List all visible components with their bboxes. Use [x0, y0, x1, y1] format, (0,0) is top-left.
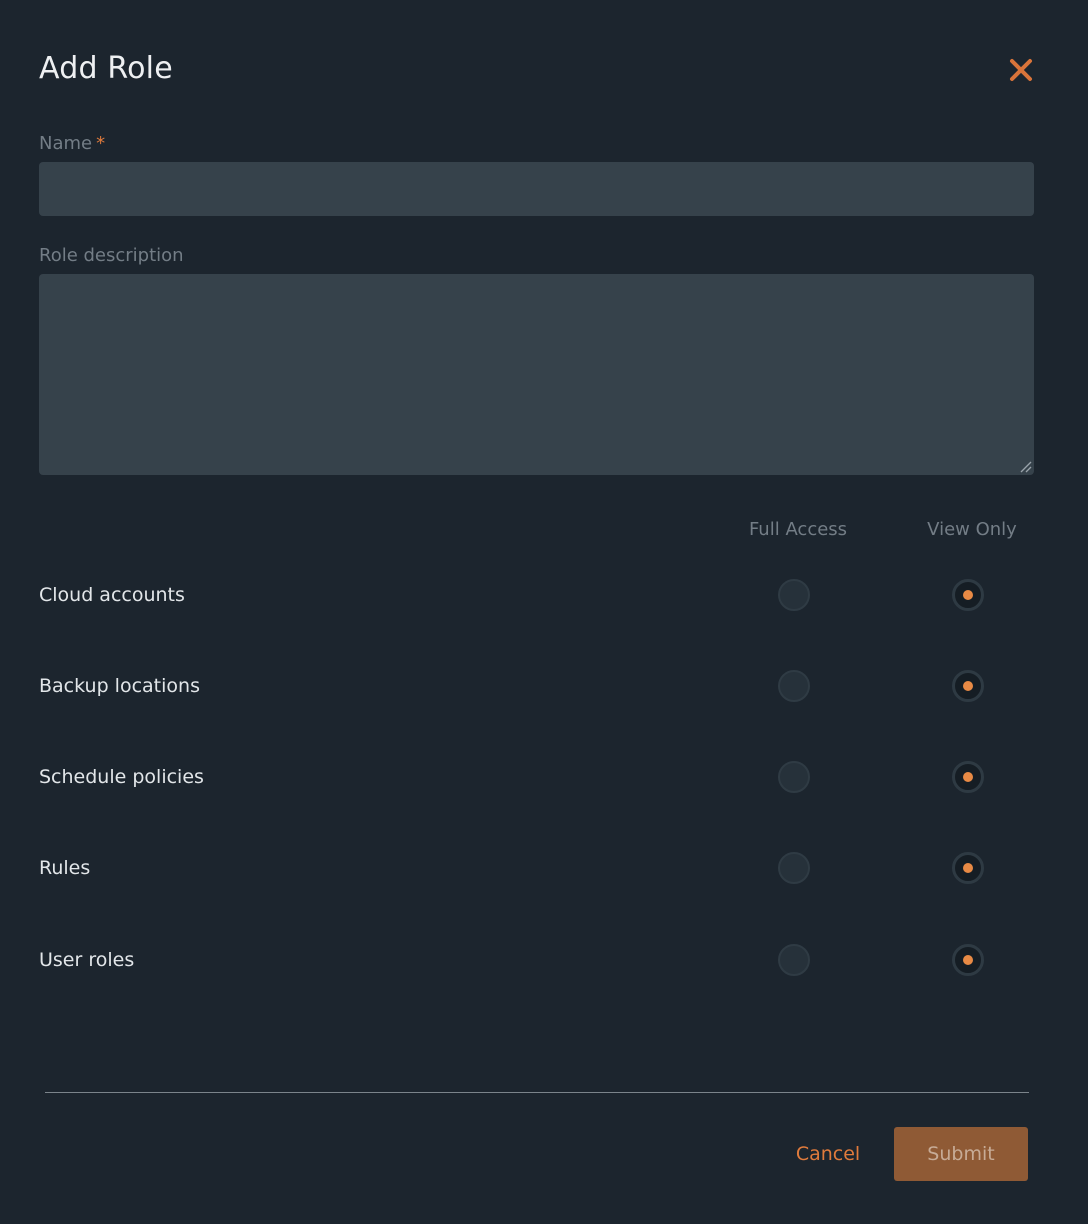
- view-only-radio[interactable]: [952, 852, 984, 884]
- required-mark: *: [96, 133, 106, 154]
- role-description-label: Role description: [39, 245, 184, 266]
- permission-row-rules: Rules: [0, 844, 1088, 894]
- role-description-textarea[interactable]: [39, 274, 1034, 475]
- full-access-radio[interactable]: [778, 579, 810, 611]
- resize-grip-icon[interactable]: [1018, 459, 1032, 473]
- submit-button[interactable]: Submit: [894, 1127, 1028, 1181]
- full-access-radio[interactable]: [778, 761, 810, 793]
- dialog-title: Add Role: [39, 51, 173, 86]
- permission-label: Schedule policies: [39, 766, 204, 788]
- view-only-radio[interactable]: [952, 761, 984, 793]
- permission-row-user-roles: User roles: [0, 936, 1088, 986]
- footer-divider: [45, 1092, 1029, 1093]
- permission-label: Cloud accounts: [39, 584, 185, 606]
- permission-row-cloud-accounts: Cloud accounts: [0, 571, 1088, 621]
- permission-row-backup-locations: Backup locations: [0, 662, 1088, 712]
- permission-label: User roles: [39, 949, 135, 971]
- name-label: Name *: [39, 132, 105, 156]
- permission-row-schedule-policies: Schedule policies: [0, 753, 1088, 803]
- full-access-radio[interactable]: [778, 670, 810, 702]
- permission-label: Backup locations: [39, 675, 200, 697]
- close-button[interactable]: [1003, 52, 1039, 88]
- column-header-view-only: View Only: [927, 519, 1017, 540]
- column-header-full-access: Full Access: [748, 519, 848, 540]
- permission-label: Rules: [39, 857, 91, 879]
- close-icon: [1010, 59, 1032, 81]
- name-label-text: Name: [39, 133, 93, 154]
- cancel-button[interactable]: Cancel: [786, 1133, 870, 1175]
- view-only-radio[interactable]: [952, 579, 984, 611]
- name-input[interactable]: [39, 162, 1034, 216]
- full-access-radio[interactable]: [778, 852, 810, 884]
- full-access-radio[interactable]: [778, 944, 810, 976]
- view-only-radio[interactable]: [952, 944, 984, 976]
- view-only-radio[interactable]: [952, 670, 984, 702]
- add-role-dialog: Add Role Name * Role description Full Acc…: [0, 0, 1088, 1224]
